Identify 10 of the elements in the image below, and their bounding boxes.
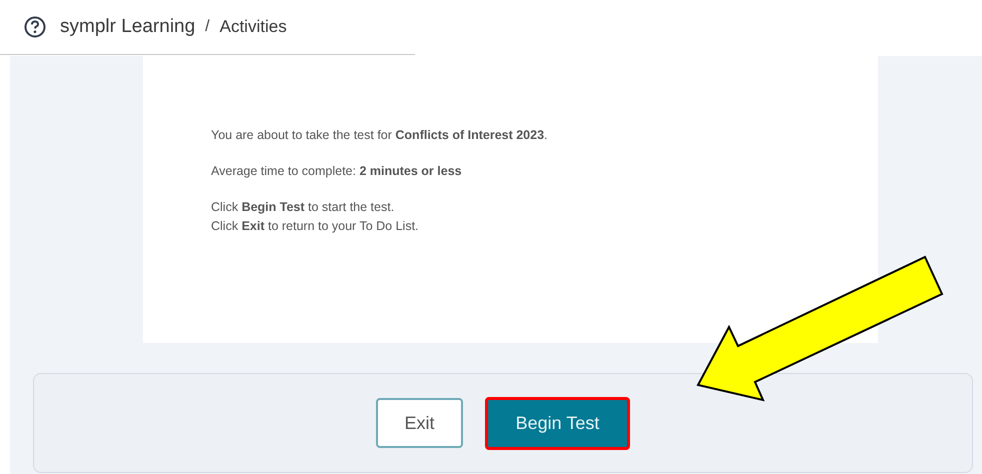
- instruction-text: Click Begin Test to start the test.: [211, 199, 396, 216]
- help-icon[interactable]: [24, 16, 46, 38]
- instruction-text: Click Exit to return to your To Do List.: [211, 218, 420, 235]
- begin-button[interactable]: Begin Test: [485, 396, 630, 450]
- instruction-text: You are about to take the test for Conflicts of Interest 2023.: [211, 127, 549, 144]
- breadcrumb-separator: /: [205, 17, 210, 37]
- breadcrumb-item[interactable]: symplr Learning: [60, 12, 196, 42]
- instruction-text: Average time to complete: 2 minutes or less: [211, 163, 463, 180]
- exit-button[interactable]: Exit: [376, 398, 463, 448]
- breadcrumb-item: Activities: [220, 16, 287, 38]
